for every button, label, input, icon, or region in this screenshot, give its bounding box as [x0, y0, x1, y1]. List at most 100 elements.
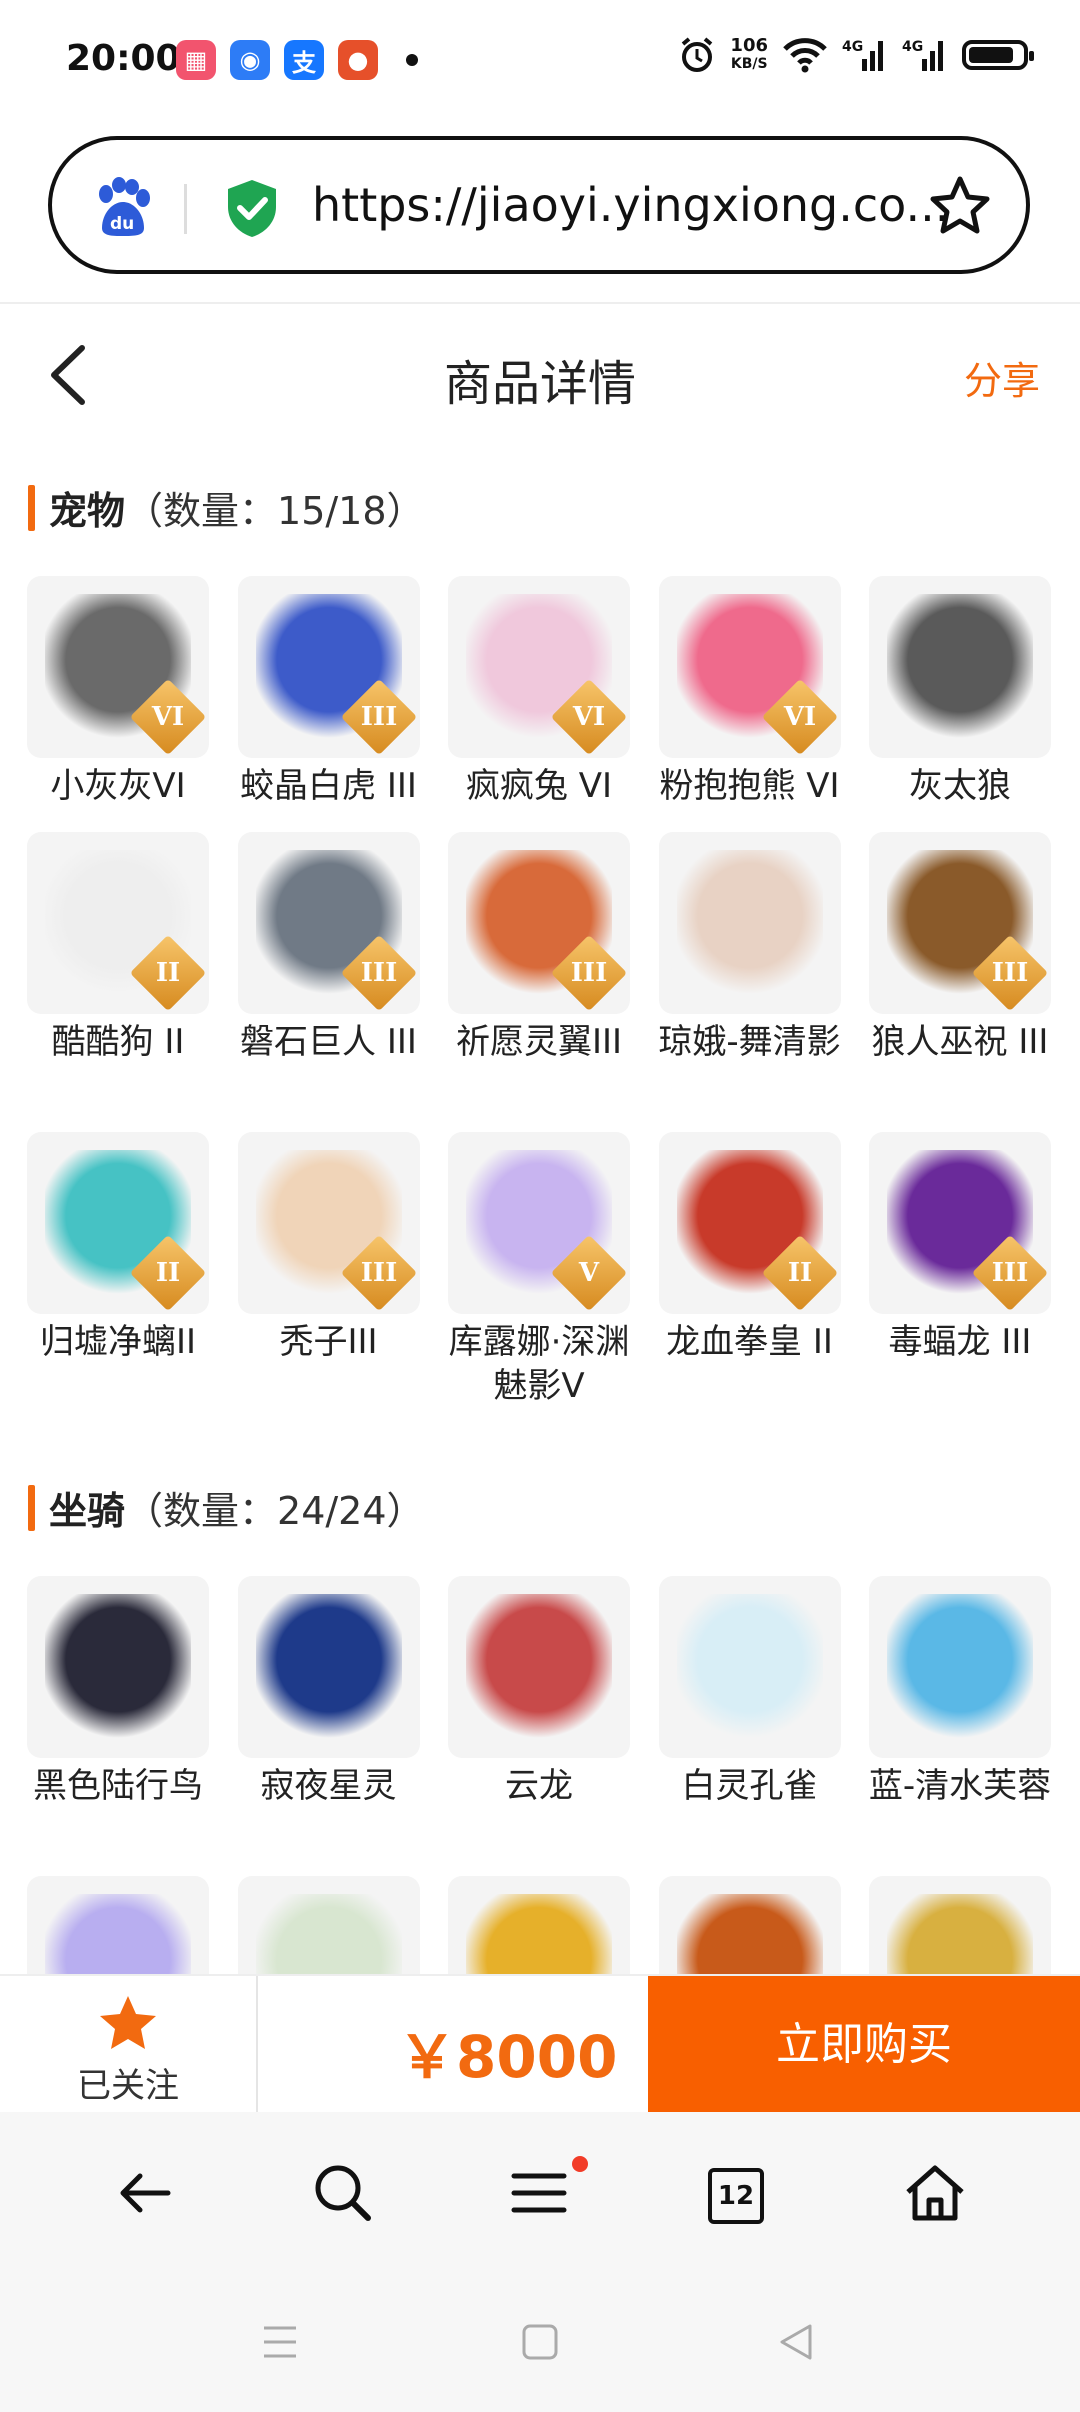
pet-thumbnail[interactable]	[658, 832, 841, 1014]
svg-text:du: du	[110, 214, 134, 234]
tabs-button[interactable]: 12	[708, 2168, 764, 2224]
mount-item[interactable]: 白灵孔雀	[645, 1576, 855, 1808]
pet-item[interactable]: III 祈愿灵翼III	[434, 832, 644, 1064]
back-nav-icon[interactable]	[774, 2320, 818, 2364]
notification-icons: ▦ ◉ 支 ●	[176, 40, 418, 80]
section-pets-count: （数量：15/18）	[125, 489, 425, 533]
address-bar[interactable]: du https://jiaoyi.yingxiong.co...	[48, 136, 1030, 274]
pet-item[interactable]: III 毒蝠龙 III	[855, 1132, 1065, 1364]
pet-thumbnail[interactable]: II	[27, 1132, 209, 1314]
search-icon[interactable]	[308, 2158, 378, 2228]
pet-item[interactable]: VI 小灰灰VI	[13, 576, 223, 808]
pet-thumbnail[interactable]: V	[448, 1132, 630, 1314]
follow-label: 已关注	[77, 2066, 179, 2106]
pet-thumbnail[interactable]: II	[658, 1132, 841, 1314]
url-text[interactable]: https://jiaoyi.yingxiong.co...	[312, 178, 952, 232]
pet-thumbnail[interactable]: III	[448, 832, 630, 1014]
pet-name: 小灰灰VI	[50, 766, 186, 806]
bookmark-star-icon[interactable]	[928, 174, 992, 238]
pet-item[interactable]: III 蛟晶白虎 III	[224, 576, 434, 808]
level-badge: II	[129, 1234, 207, 1312]
alarm-icon	[682, 37, 713, 72]
pet-item[interactable]: II 龙血拳皇 II	[645, 1132, 855, 1364]
pet-name: 狼人巫祝 III	[871, 1022, 1049, 1062]
status-bar: 20:00 ▦ ◉ 支 ● 106 KB/S 4G 4G	[0, 0, 1080, 120]
pet-name: 蛟晶白虎 III	[240, 766, 417, 806]
pet-name: 秃子III	[279, 1322, 378, 1362]
mount-image	[887, 1594, 1033, 1740]
secure-shield-icon[interactable]	[224, 178, 280, 238]
pet-thumbnail[interactable]	[869, 576, 1051, 758]
pet-thumbnail[interactable]: III	[869, 832, 1051, 1014]
wifi-icon	[783, 38, 827, 73]
mount-item[interactable]: 蓝-清水芙蓉	[855, 1576, 1065, 1808]
level-badge: VI	[761, 678, 838, 756]
recent-apps-icon[interactable]	[258, 2320, 302, 2364]
pet-item[interactable]: VI 粉抱抱熊 VI	[645, 576, 855, 808]
level-badge-text: II	[787, 1258, 812, 1288]
mount-name: 云龙	[505, 1766, 573, 1806]
alipay-icon: 支	[284, 40, 324, 80]
level-badge-text: V	[578, 1258, 600, 1288]
mount-image	[255, 1594, 402, 1740]
level-badge-text: VI	[151, 702, 185, 732]
pet-thumbnail[interactable]: III	[237, 576, 420, 758]
address-divider	[184, 184, 187, 234]
level-badge-text: III	[360, 1258, 397, 1288]
pet-item[interactable]: V 库露娜·深渊魅影V	[434, 1132, 644, 1408]
browser-toolbar	[0, 2112, 1080, 2282]
menu-icon[interactable]	[504, 2158, 574, 2228]
pet-thumbnail[interactable]: VI	[658, 576, 841, 758]
baidu-logo-icon[interactable]: du	[92, 176, 154, 238]
signal-1-label: 4G	[842, 39, 863, 55]
pet-thumbnail[interactable]: VI	[27, 576, 209, 758]
mount-thumbnail[interactable]	[27, 1576, 209, 1758]
mount-item[interactable]: 云龙	[434, 1576, 644, 1808]
pet-item[interactable]: II 酷酷狗 II	[13, 832, 223, 1064]
mount-item[interactable]: 寂夜星灵	[224, 1576, 434, 1808]
pet-image	[887, 594, 1033, 740]
header-divider	[0, 302, 1080, 304]
share-button[interactable]: 分享	[964, 350, 1040, 405]
pet-thumbnail[interactable]: VI	[448, 576, 630, 758]
status-right: 106 KB/S 4G 4G	[678, 36, 1034, 74]
browser-back-icon[interactable]	[110, 2158, 180, 2228]
net-speed-value: 106	[730, 35, 768, 56]
pet-name: 琼娥-舞清影	[658, 1022, 841, 1062]
pet-item[interactable]: III 秃子III	[224, 1132, 434, 1364]
home-icon[interactable]	[900, 2158, 970, 2228]
battery-icon	[962, 40, 1034, 70]
pet-name: 归墟净螭II	[39, 1322, 197, 1362]
pet-thumbnail[interactable]: III	[237, 832, 420, 1014]
pet-thumbnail[interactable]: II	[27, 832, 209, 1014]
mount-thumbnail[interactable]	[237, 1576, 420, 1758]
pet-item[interactable]: VI 疯疯兔 VI	[434, 576, 644, 808]
pet-name: 粉抱抱熊 VI	[659, 766, 840, 806]
section-pets-title: 宠物 （数量：15/18）	[28, 480, 425, 535]
level-badge: V	[550, 1234, 628, 1312]
home-nav-icon[interactable]	[518, 2320, 562, 2364]
mount-thumbnail[interactable]	[658, 1576, 841, 1758]
signal-2-label: 4G	[902, 39, 923, 55]
status-time: 20:00	[66, 38, 181, 79]
mount-thumbnail[interactable]	[448, 1576, 630, 1758]
followed-star-icon	[100, 1996, 156, 2049]
purchase-divider	[256, 1976, 258, 2114]
pet-item[interactable]: II 归墟净螭II	[13, 1132, 223, 1364]
mount-item[interactable]: 黑色陆行鸟	[13, 1576, 223, 1808]
follow-button[interactable]: 已关注	[0, 1976, 256, 2114]
section-mounts-count: （数量：24/24）	[125, 1489, 425, 1533]
pet-item[interactable]: III 狼人巫祝 III	[855, 832, 1065, 1064]
pet-name: 灰太狼	[909, 766, 1011, 806]
level-badge: III	[550, 934, 628, 1012]
more-notifications-dot	[406, 54, 418, 66]
mount-thumbnail[interactable]	[869, 1576, 1051, 1758]
pet-thumbnail[interactable]: III	[237, 1132, 420, 1314]
pet-item[interactable]: 琼娥-舞清影	[645, 832, 855, 1064]
pet-item[interactable]: III 磐石巨人 III	[224, 832, 434, 1064]
pet-item[interactable]: 灰太狼	[855, 576, 1065, 808]
mount-image	[676, 1594, 823, 1740]
buy-now-button[interactable]: 立即购买	[648, 1976, 1080, 2114]
pet-thumbnail[interactable]: III	[869, 1132, 1051, 1314]
net-speed: 106 KB/S	[730, 37, 768, 73]
